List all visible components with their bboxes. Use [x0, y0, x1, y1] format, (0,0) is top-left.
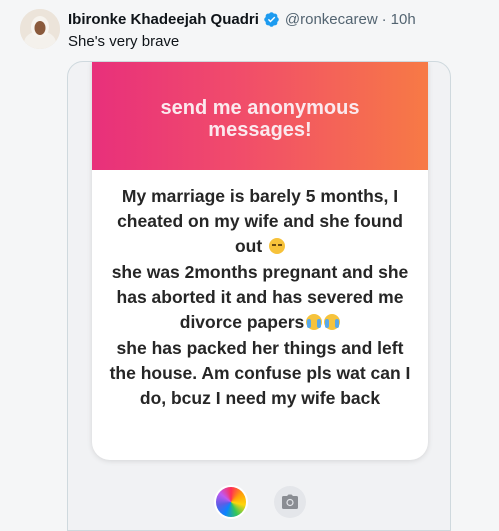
anonymous-message: My marriage is barely 5 months, I cheate…	[102, 184, 418, 411]
crying-face-emoji	[306, 314, 323, 330]
message-paragraph: she was 2months pregnant and she has abo…	[111, 262, 409, 332]
color-picker-icon[interactable]	[216, 487, 246, 517]
sad-face-emoji	[269, 238, 286, 254]
tweet-text: She's very brave	[68, 33, 180, 50]
separator-dot: ·	[381, 10, 387, 28]
message-paragraph: she has packed her things and left the h…	[109, 338, 411, 408]
crying-face-emoji	[324, 314, 341, 330]
story-question-card: send me anonymous messages! My marriage …	[92, 62, 428, 460]
camera-icon	[282, 494, 298, 509]
card-header: send me anonymous messages!	[92, 62, 428, 170]
author-handle[interactable]: @ronkecarew	[285, 11, 378, 28]
camera-button[interactable]	[274, 486, 306, 518]
tweet-header: Ibironke Khadeejah Quadri @ronkecarew · …	[68, 9, 416, 29]
verified-badge-icon	[263, 11, 280, 28]
author-name[interactable]: Ibironke Khadeejah Quadri	[68, 11, 259, 28]
avatar-image	[20, 9, 60, 49]
media-attachment[interactable]: send me anonymous messages! My marriage …	[67, 61, 451, 531]
tweet: Ibironke Khadeejah Quadri @ronkecarew · …	[0, 0, 499, 531]
timestamp[interactable]: 10h	[391, 11, 416, 28]
avatar[interactable]	[20, 9, 60, 49]
card-title: send me anonymous messages!	[160, 97, 360, 141]
message-paragraph: My marriage is barely 5 months, I cheate…	[117, 186, 403, 256]
